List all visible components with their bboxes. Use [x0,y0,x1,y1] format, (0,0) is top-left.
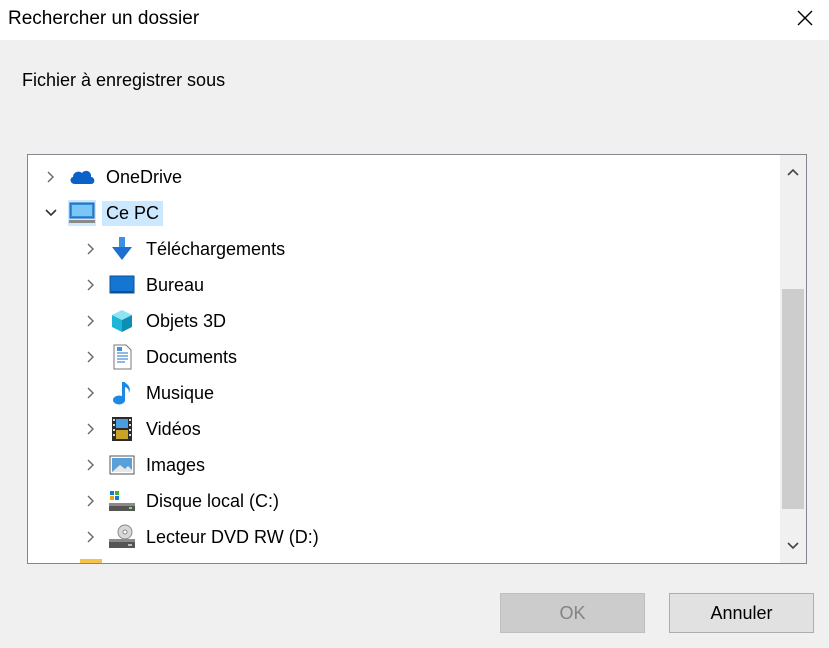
computer-icon [68,200,96,226]
tree-item-label: OneDrive [106,166,183,187]
film-icon [108,416,136,442]
tree-item-telechargements[interactable]: Téléchargements [82,231,289,267]
dvd-drive-icon [108,524,136,550]
tree-item-bureau[interactable]: Bureau [82,267,208,303]
title-bar: Rechercher un dossier [0,0,829,40]
tree-item-label: Disque local (C:) [146,490,280,511]
chevron-right-icon[interactable] [82,456,100,474]
window-title: Rechercher un dossier [8,8,200,29]
chevron-right-icon[interactable] [42,168,60,186]
tree-item-label: Ce PC [102,200,164,226]
folder-tree[interactable]: OneDrive Ce PC Téléchargements Bureau Ob… [27,154,807,564]
chevron-right-icon[interactable] [82,348,100,366]
tree-item-videos[interactable]: Vidéos [82,411,205,447]
onedrive-cloud-icon [68,164,96,190]
picture-icon [108,452,136,478]
ok-button[interactable]: OK [500,593,645,633]
desktop-icon [108,272,136,298]
scroll-down-icon[interactable] [780,529,806,563]
tree-item-lecteur-dvd[interactable]: Lecteur DVD RW (D:) [82,519,323,555]
scrollbar-thumb[interactable] [782,289,804,509]
tree-item-musique[interactable]: Musique [82,375,218,411]
tree-item-label: Musique [146,382,215,403]
chevron-right-icon[interactable] [82,384,100,402]
music-note-icon [108,380,136,406]
tree-rows: OneDrive Ce PC Téléchargements Bureau Ob… [28,155,780,563]
tree-item-label: Images [146,454,206,475]
chevron-down-icon[interactable] [42,204,60,222]
tree-item-images[interactable]: Images [82,447,209,483]
tree-item-objets-3d[interactable]: Objets 3D [82,303,230,339]
tree-item-documents[interactable]: Documents [82,339,241,375]
cube-3d-icon [108,308,136,334]
vertical-scrollbar[interactable] [780,155,806,563]
chevron-right-icon[interactable] [82,492,100,510]
tree-item-ce-pc[interactable]: Ce PC [42,195,164,231]
tree-item-label: Téléchargements [146,238,286,259]
tree-item-label: Bureau [146,274,205,295]
chevron-right-icon[interactable] [82,240,100,258]
chevron-right-icon[interactable] [82,420,100,438]
tree-item-label: Documents [146,346,238,367]
tree-item-label: Objets 3D [146,310,227,331]
tree-item-onedrive[interactable]: OneDrive [42,159,186,195]
tree-item-label: Lecteur DVD RW (D:) [146,526,319,547]
tree-item-disque-local[interactable]: Disque local (C:) [82,483,283,519]
document-icon [108,344,136,370]
chevron-right-icon[interactable] [82,276,100,294]
chevron-right-icon[interactable] [82,312,100,330]
local-disk-icon [108,488,136,514]
scroll-up-icon[interactable] [780,155,806,189]
tree-item-label: Vidéos [146,418,201,439]
chevron-right-icon[interactable] [82,528,100,546]
close-icon[interactable] [785,0,825,36]
cancel-button[interactable]: Annuler [669,593,814,633]
dialog-description: Fichier à enregistrer sous [22,70,226,90]
download-arrow-icon [108,236,136,262]
folder-icon [80,559,102,563]
